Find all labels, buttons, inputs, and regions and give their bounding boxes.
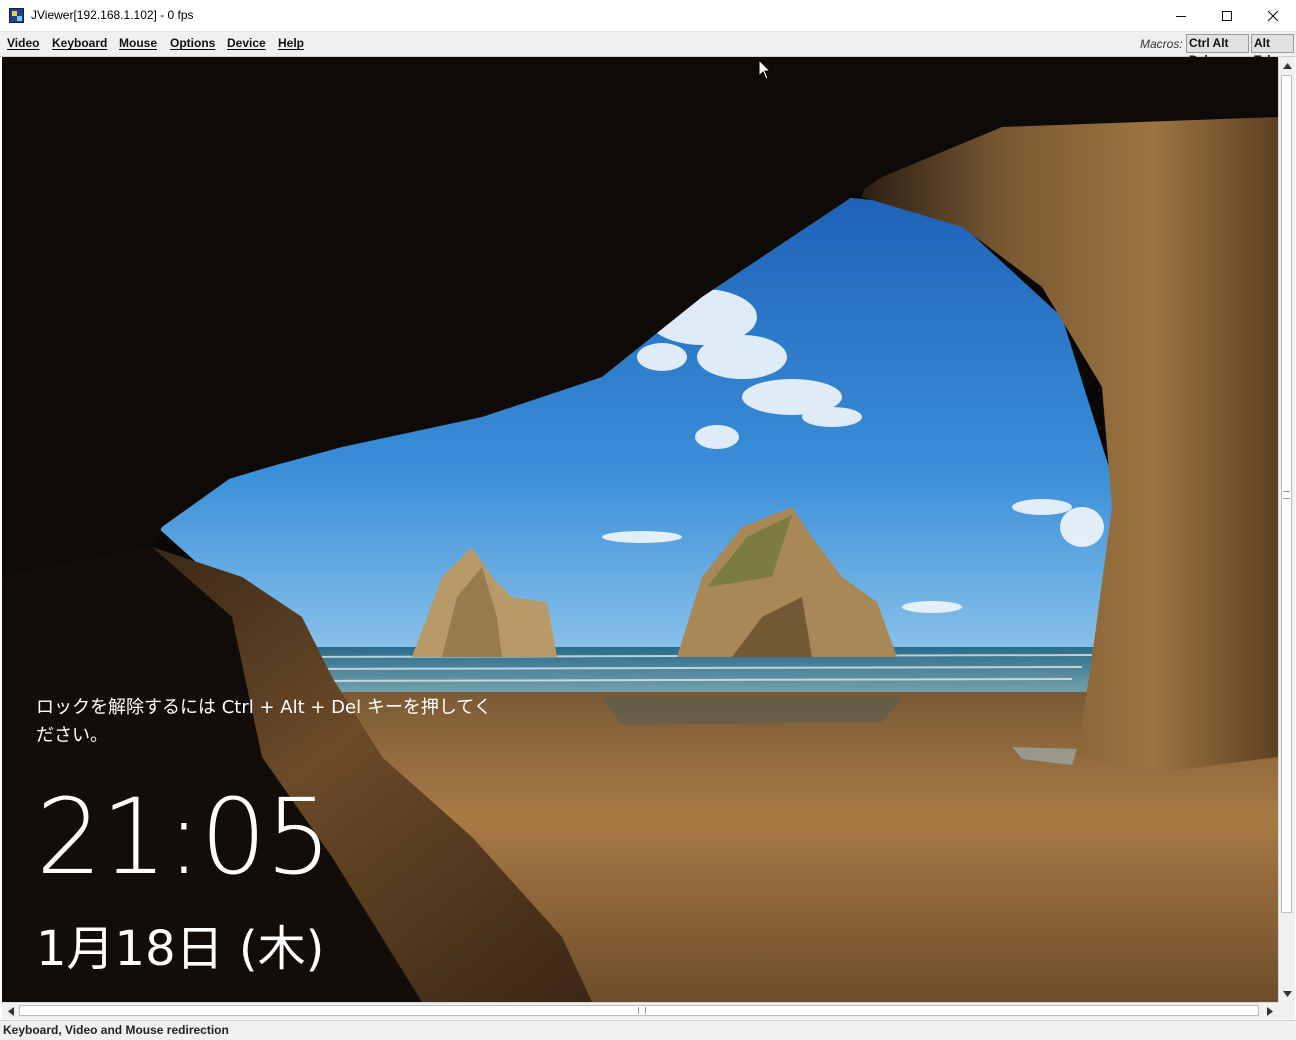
minimize-icon	[1176, 15, 1186, 17]
menu-options[interactable]: Options	[170, 36, 215, 50]
arrow-right-icon	[1266, 1007, 1273, 1016]
vertical-scrollbar[interactable]	[1278, 57, 1295, 1002]
status-bar: Keyboard, Video and Mouse redirection	[0, 1020, 1296, 1040]
horizontal-scrollbar[interactable]	[2, 1002, 1278, 1019]
scroll-down-button[interactable]	[1279, 985, 1296, 1002]
lock-screen-date: 1月18日 (木)	[36, 921, 325, 977]
menu-mouse[interactable]: Mouse	[119, 36, 157, 50]
remote-screen[interactable]: ロックを解除するには Ctrl + Alt + Del キーを押してください。 …	[2, 57, 1278, 1002]
horizontal-scroll-thumb[interactable]	[19, 1005, 1259, 1016]
macro-alt-tab-button[interactable]: Alt Tab	[1251, 34, 1294, 67]
scroll-up-button[interactable]	[1279, 57, 1296, 74]
menu-device[interactable]: Device	[227, 36, 266, 50]
jviewer-app-icon[interactable]	[9, 8, 24, 23]
maximize-button[interactable]	[1204, 0, 1250, 31]
scroll-left-button[interactable]	[2, 1003, 19, 1020]
maximize-icon	[1222, 10, 1232, 21]
arrow-up-icon	[1283, 62, 1292, 69]
scroll-right-button[interactable]	[1261, 1003, 1278, 1020]
menu-bar: Video Keyboard Mouse Options Device Help…	[0, 32, 1296, 67]
title-bar[interactable]: JViewer[192.168.1.102] - 0 fps	[0, 0, 1296, 32]
macro-ctrl-alt-del-button[interactable]: Ctrl Alt Del	[1186, 34, 1249, 67]
window-title: JViewer[192.168.1.102] - 0 fps	[31, 8, 194, 22]
lock-screen-time: 21:05	[36, 776, 332, 898]
menu-video[interactable]: Video	[7, 36, 39, 50]
arrow-down-icon	[1283, 990, 1292, 997]
status-text: Keyboard, Video and Mouse redirection	[3, 1023, 229, 1037]
grip-icon	[1283, 491, 1290, 499]
grip-icon	[638, 1007, 646, 1014]
close-icon	[1267, 10, 1279, 21]
mouse-cursor-icon	[758, 59, 772, 80]
arrow-left-icon	[7, 1007, 14, 1016]
lock-instruction-text: ロックを解除するには Ctrl + Alt + Del キーを押してください。	[36, 697, 492, 746]
menu-keyboard[interactable]: Keyboard	[52, 36, 107, 50]
vertical-scroll-thumb[interactable]	[1281, 75, 1292, 913]
minimize-button[interactable]	[1158, 0, 1204, 31]
macros-label: Macros:	[1140, 37, 1183, 51]
close-button[interactable]	[1250, 0, 1296, 31]
scrollbar-corner	[1278, 1002, 1295, 1019]
menu-help[interactable]: Help	[278, 36, 304, 50]
